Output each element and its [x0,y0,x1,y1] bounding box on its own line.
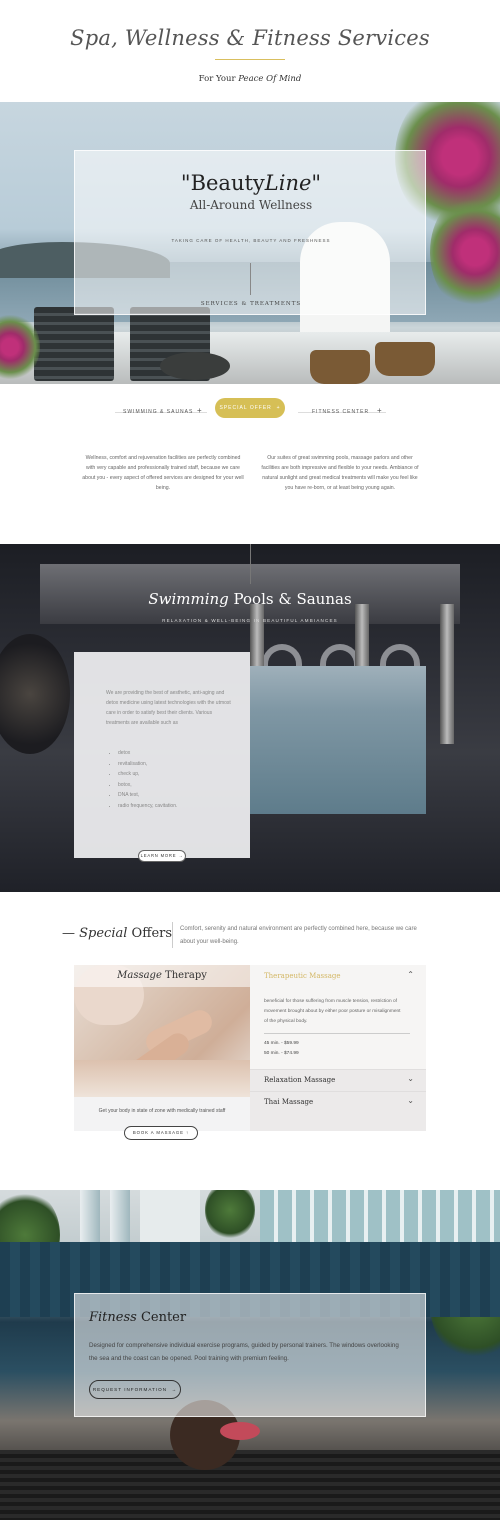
pools-divider [250,544,251,584]
accordion-therapeutic-body: beneficial for those suffering from musc… [264,999,401,1024]
client-back [74,1060,250,1097]
tab-special-offer[interactable]: SPECIAL OFFER + [215,398,285,418]
book-massage-button[interactable]: BOOK A MASSAGE ↑ [124,1126,198,1140]
fitness-title-italic: Fitness [89,1310,137,1325]
hero-chair-left [34,307,114,381]
arrow-right-icon: → [171,1387,178,1392]
plus-icon[interactable]: + [197,406,202,415]
pools-text: We are providing the best of aesthetic, … [106,690,231,726]
massage-italic: Massage [117,970,162,981]
plus-icon[interactable]: + [377,406,382,415]
fitness-title-rest: Center [136,1310,187,1325]
hero-card: "BeautyLine" All-Around Wellness TAKING … [74,150,426,315]
offers-description: Comfort, serenity and natural environmen… [180,926,417,945]
pools-card: We are providing the best of aesthetic, … [74,652,250,862]
hero-subtitle: All-Around Wellness [189,198,313,212]
pools-title-rest: Pools & Saunas [228,590,352,608]
accordion-separator [250,1069,426,1070]
list-item: DNA test, [118,790,238,801]
chevron-down-icon[interactable]: ⌄ [407,1096,414,1105]
hero-tagline: TAKING CARE OF HEALTH, BEAUTY AND FRESHN… [171,238,331,243]
massage-accordion: Therapeutic Massage ⌃ beneficial for tho… [250,965,426,1131]
offers-panel: Massage Therapy Get your body in state o… [74,965,426,1140]
brand-italic: Line [264,171,312,195]
brand-logo-text: "BeautyLine" [75,171,427,195]
accordion-thai-title[interactable]: Thai Massage [264,1098,313,1106]
chevron-up-icon[interactable]: ⌃ [407,970,414,979]
hero-divider [250,263,251,295]
massage-heading: Massage Therapy [74,965,250,987]
request-label: REQUEST INFORMATION [92,1387,168,1392]
services-link[interactable]: SERVICES & TREATMENTS [75,301,427,307]
offers-title-italic: Special [79,926,128,941]
plus-icon: + [276,405,281,411]
massage-rest: Therapy [161,970,207,981]
tab-special-label: SPECIAL OFFER [219,405,272,411]
offers-title-rest: Offers [127,926,173,941]
treatments-list: detox revitalisation, check up, botox, D… [118,748,238,811]
list-item: botox, [118,780,238,791]
price-45: 45 min. - $59.99 [264,1041,299,1046]
fitness-description: Designed for comprehensive individual ex… [89,1342,399,1362]
pools-section: Swimming Pools & Saunas RELAXATION & WEL… [0,544,500,892]
page-subtitle: For Your Peace Of Mind [0,74,500,84]
pools-column [440,604,454,744]
accordion-separator [250,1091,426,1092]
subtitle-emphasis: Peace Of Mind [238,74,302,84]
arrow-up-icon: ↑ [186,1130,190,1135]
person-swimsuit [220,1422,260,1440]
pools-title-italic: Swimming [148,590,229,608]
hero-dark-pot [160,352,230,380]
brand-open: "Beauty [180,171,265,195]
subtitle-prefix: For Your [198,74,236,84]
arrow-right-icon: → [178,853,184,858]
list-item: revitalisation, [118,759,238,770]
tab-swimming-label[interactable]: SWIMMING & SAUNAS [123,409,193,415]
brand-close: " [311,171,322,195]
offers-dash: — [62,926,75,941]
hero-plant-pot-2 [375,342,435,376]
request-information-button[interactable]: REQUEST INFORMATION → [89,1380,181,1399]
accordion-therapeutic-title[interactable]: Therapeutic Massage [264,972,341,980]
fitness-title: Fitness Center [89,1310,186,1325]
massage-note: Get your body in state of zone with medi… [98,1108,226,1114]
book-label: BOOK A MASSAGE [132,1130,184,1135]
title-divider [215,59,285,60]
price-50: 50 min. - $74.99 [264,1051,299,1056]
chevron-down-icon[interactable]: ⌄ [407,1074,414,1083]
massage-image: Massage Therapy [74,965,250,1097]
learn-more-label: LEARN MORE [140,853,177,858]
accordion-relaxation-title[interactable]: Relaxation Massage [264,1076,335,1084]
pools-title: Swimming Pools & Saunas [0,590,500,608]
hero-section: "BeautyLine" All-Around Wellness TAKING … [0,102,500,384]
pools-urn [0,634,70,754]
intro-right-text: Our suites of great swimming pools, mass… [261,455,419,491]
fitness-card: Fitness Center Designed for comprehensiv… [74,1293,426,1417]
accordion-divider [264,1033,410,1034]
offers-title: — Special Offers [62,926,172,941]
learn-more-button[interactable]: LEARN MORE → [138,850,186,862]
pool-water [250,666,426,814]
list-item: radio frequency, cavitation. [118,801,238,812]
fitness-section: Fitness Center Designed for comprehensiv… [0,1190,500,1520]
pools-tagline: RELAXATION & WELL-BEING IN BEAUTIFUL AMB… [162,618,338,623]
tab-fitness-label[interactable]: FITNESS CENTER [312,409,369,415]
page-title: Spa, Wellness & Fitness Services [70,26,430,50]
plant-center [205,1190,255,1240]
hero-plant-pot [310,350,370,384]
lounger [0,1450,500,1520]
intro-left-text: Wellness, comfort and rejuvenation facil… [82,455,244,491]
list-item: check up, [118,769,238,780]
offers-divider [172,922,173,948]
list-item: detox [118,748,238,759]
